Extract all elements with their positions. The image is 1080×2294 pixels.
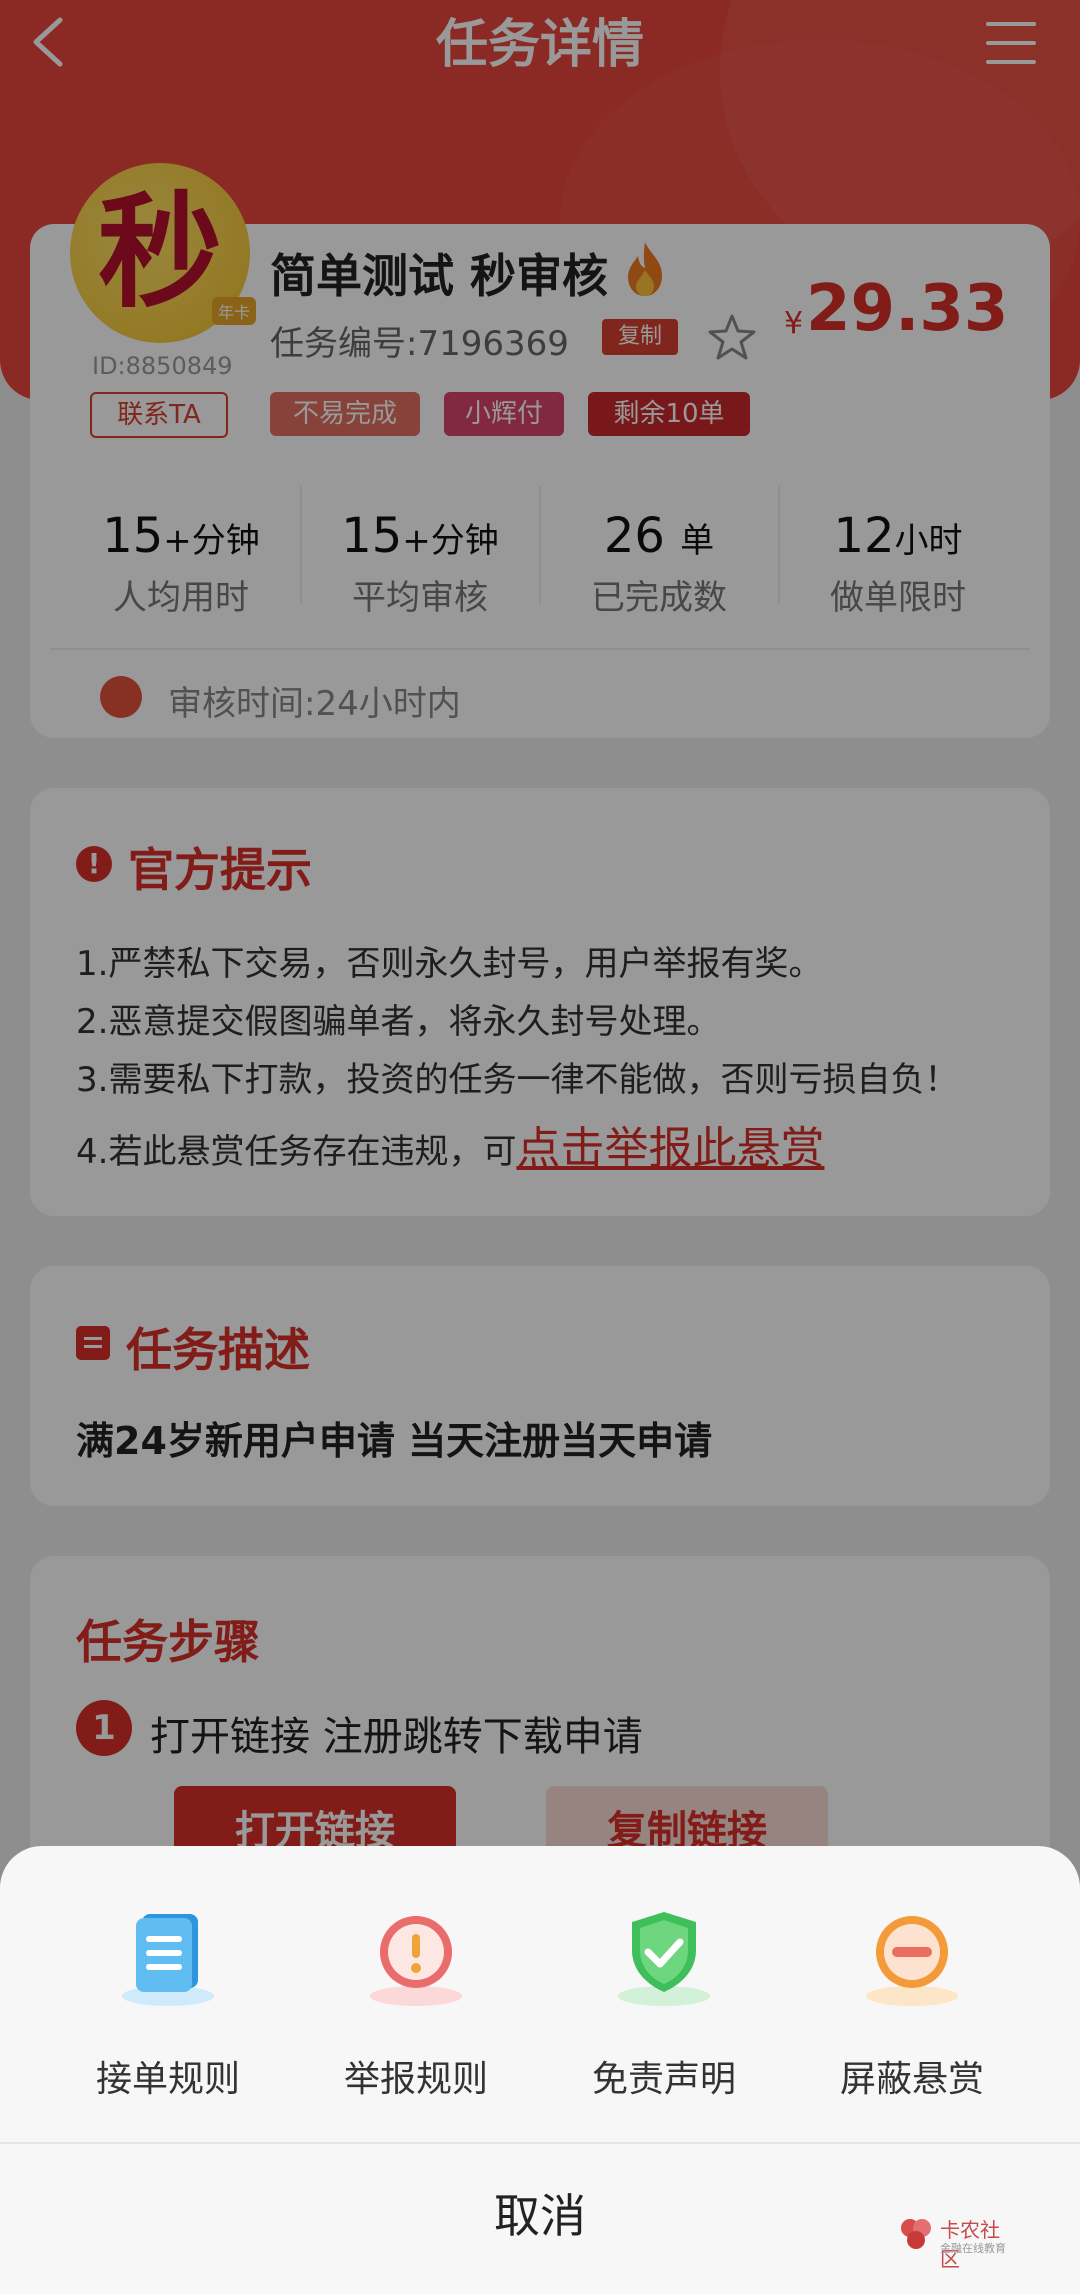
watermark: 卡农社区 金融在线教育: [898, 2212, 1018, 2271]
action-disclaimer[interactable]: 免责声明: [540, 1906, 788, 2102]
action-label: 免责声明: [591, 2059, 736, 2100]
rules-list-icon: [122, 1914, 214, 2006]
action-rules[interactable]: 接单规则: [44, 1906, 292, 2102]
watermark-sub: 金融在线教育: [940, 2242, 1006, 2255]
watermark-logo-icon: [901, 2219, 931, 2249]
report-warning-icon: [370, 1916, 462, 2006]
block-minus-icon: [866, 1916, 958, 2006]
action-label: 接单规则: [95, 2059, 240, 2100]
action-report-rules[interactable]: 举报规则: [292, 1906, 540, 2102]
action-label: 屏蔽悬赏: [839, 2059, 984, 2100]
shield-check-icon: [618, 1912, 710, 2006]
divider: [0, 2142, 1080, 2144]
action-label: 举报规则: [343, 2059, 488, 2100]
action-block-reward[interactable]: 屏蔽悬赏: [788, 1906, 1036, 2102]
